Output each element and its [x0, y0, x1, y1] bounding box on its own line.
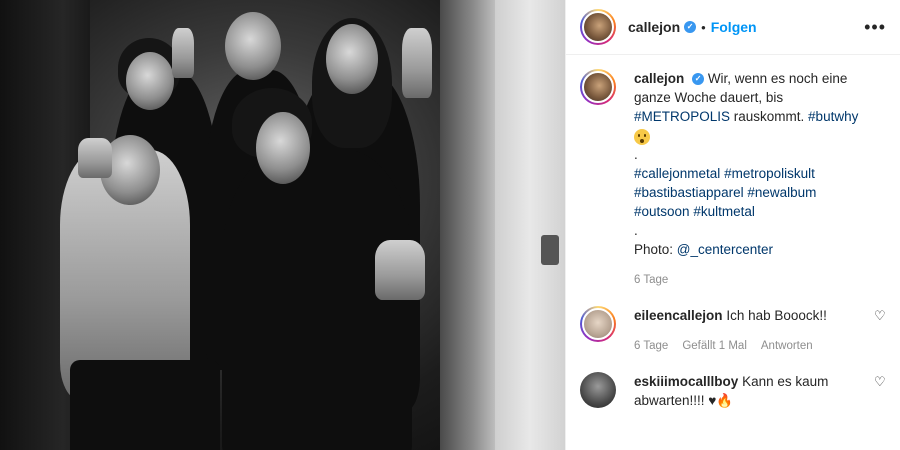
- header-separator: •: [701, 19, 706, 35]
- hashtag-link[interactable]: #kultmetal: [693, 204, 755, 219]
- comment: eileencallejon Ich hab Booock!! 6 Tage G…: [580, 306, 886, 356]
- photo-face: [225, 12, 281, 80]
- hashtag-link[interactable]: #newalbum: [747, 185, 816, 200]
- caption-timestamp[interactable]: 6 Tage: [634, 271, 668, 290]
- comment-username[interactable]: eskiiimocalllboy: [634, 374, 738, 389]
- verified-icon: ✓: [684, 21, 697, 33]
- caption-avatar[interactable]: [580, 69, 616, 105]
- photo-hand: [78, 138, 112, 178]
- hashtag-link[interactable]: #bastibastiapparel: [634, 185, 744, 200]
- caption-dot: .: [634, 147, 638, 163]
- fire-emoji-icon: 🔥: [716, 393, 734, 409]
- photo-person: [222, 150, 412, 450]
- photo-face: [326, 24, 378, 94]
- post-header: callejon ✓ • Folgen •••: [566, 0, 900, 55]
- hashtag-link[interactable]: #METROPOLIS: [634, 109, 730, 124]
- comment-avatar[interactable]: [580, 372, 616, 409]
- avatar[interactable]: [580, 9, 616, 45]
- caption-text: callejon ✓ Wir, wenn es noch eine ganze …: [634, 69, 864, 290]
- photo-door: [495, 0, 565, 450]
- comment-likes[interactable]: Gefällt 1 Mal: [682, 337, 747, 356]
- comment-body: Ich hab Booock!!: [726, 308, 827, 324]
- comment-text: eskiiimocalllboy Kann es kaum abwarten!!…: [634, 372, 864, 410]
- post-photo[interactable]: [0, 0, 565, 450]
- photo-wall: [440, 0, 495, 450]
- comment-text: eileencallejon Ich hab Booock!! 6 Tage G…: [634, 306, 864, 356]
- mention-link[interactable]: @_centercenter: [677, 242, 773, 257]
- caption-body: rauskommt.: [730, 109, 809, 124]
- verified-icon: ✓: [692, 73, 705, 86]
- photo-face: [126, 52, 174, 110]
- post-comments-area: callejon ✓ Wir, wenn es noch eine ganze …: [566, 55, 900, 410]
- caption-username[interactable]: callejon: [634, 71, 684, 86]
- caption-meta: 6 Tage: [634, 271, 864, 290]
- comment-meta: 6 Tage Gefällt 1 Mal Antworten: [634, 337, 864, 356]
- hashtag-link[interactable]: #butwhy: [808, 109, 858, 124]
- photo-pants: [70, 360, 220, 450]
- sad-face-emoji-icon: [634, 129, 650, 146]
- hashtag-link[interactable]: #outsoon: [634, 204, 690, 219]
- like-heart-icon[interactable]: ♡: [874, 375, 886, 388]
- hashtag-link[interactable]: #callejonmetal: [634, 166, 720, 181]
- post-sidebar: callejon ✓ • Folgen ••• callejon ✓ Wir, …: [565, 0, 900, 450]
- photo-door-handle: [541, 235, 559, 265]
- header-username[interactable]: callejon: [628, 19, 680, 35]
- follow-button[interactable]: Folgen: [711, 19, 757, 35]
- photo-hand: [172, 28, 194, 78]
- instagram-post: callejon ✓ • Folgen ••• callejon ✓ Wir, …: [0, 0, 900, 450]
- photo-hand: [402, 28, 432, 98]
- hashtag-link[interactable]: #metropoliskult: [724, 166, 815, 181]
- like-heart-icon[interactable]: ♡: [874, 309, 886, 322]
- more-options-icon[interactable]: •••: [864, 18, 886, 36]
- photo-face: [256, 112, 310, 184]
- caption: callejon ✓ Wir, wenn es noch eine ganze …: [580, 69, 886, 290]
- caption-dot: .: [634, 223, 638, 239]
- comment: eskiiimocalllboy Kann es kaum abwarten!!…: [580, 372, 886, 410]
- comment-timestamp[interactable]: 6 Tage: [634, 337, 668, 356]
- photo-hand: [375, 240, 425, 300]
- photo-credit-label: Photo:: [634, 242, 677, 258]
- comment-username[interactable]: eileencallejon: [634, 308, 723, 323]
- reply-button[interactable]: Antworten: [761, 337, 813, 356]
- comment-avatar[interactable]: [580, 306, 616, 343]
